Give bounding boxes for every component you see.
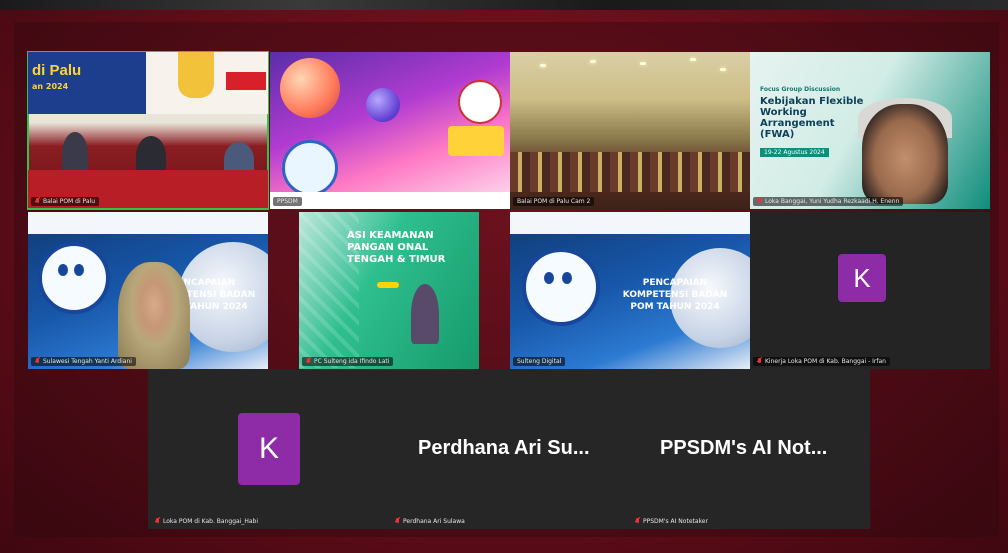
mic-muted-icon — [35, 358, 40, 365]
participant-name: Balai POM di Palu — [43, 198, 96, 205]
mic-muted-icon — [395, 518, 400, 525]
mascot-graphic — [522, 248, 600, 326]
ceiling-light — [690, 58, 696, 61]
participant-name-label: PPSDM — [273, 197, 302, 206]
video-tile-sulteng-yanti[interactable]: PENCAPAIAN KOMPETENSI BADAN POM TAHUN 20… — [28, 212, 268, 369]
mascot-eye — [58, 264, 68, 276]
video-tile-loka-banggai-yuni[interactable]: Focus Group Discussion Kebijakan Flexibl… — [750, 52, 990, 209]
video-tile-sulteng-digital[interactable]: PENCAPAIAN KOMPETENSI BADAN POM TAHUN 20… — [510, 212, 750, 369]
participant-name-label: Loka POM di Kab. Banggai_Habi — [151, 517, 262, 526]
participant-avatar: K — [238, 413, 300, 485]
logo-badge — [458, 80, 502, 124]
mic-muted-icon — [635, 518, 640, 525]
participant-name-label: Balai POM di Palu Cam 2 — [513, 197, 595, 206]
ceiling-light — [540, 64, 546, 67]
mascot-graphic — [38, 242, 110, 314]
participant-name-label: Kinerja Loka POM di Kab. Banggai - Irfan — [753, 357, 890, 366]
participant-name: Perdhana Ari Sulawa — [403, 518, 465, 525]
mascot-graphic — [282, 140, 338, 196]
participant-name: PPSDM's AI Notetaker — [643, 518, 708, 525]
participant-name-label: Loka Banggai, Yuni Yudha Rezkaadi H. Ene… — [753, 197, 904, 206]
poster-footer — [270, 192, 510, 209]
bottom-row-panel: K Loka POM di Kab. Banggai_Habi Perdhana… — [148, 369, 870, 529]
backdrop-sign — [226, 72, 266, 90]
participant-name-label: Sulteng Digital — [513, 357, 566, 366]
participant-avatar: K — [838, 254, 886, 302]
poster-title: ASI KEAMANAN PANGAN ONAL TENGAH & TIMUR — [347, 230, 446, 265]
ceiling-light — [640, 62, 646, 65]
participant-name: Sulteng Digital — [517, 358, 562, 365]
participant-name-label: PC Sulteng ida Ifindo Lati — [302, 357, 394, 366]
participant-name-label: Balai POM di Palu — [31, 197, 100, 206]
mascot-eye — [544, 272, 554, 284]
backdrop-graphic — [178, 52, 214, 98]
participant-display-name: Perdhana Ari Su... — [418, 437, 590, 459]
video-tile-perdhana[interactable]: Perdhana Ari Su... Perdhana Ari Sulawa — [388, 369, 628, 529]
participant-name: Balai POM di Palu Cam 2 — [517, 198, 591, 205]
poster-header — [28, 212, 268, 234]
participant-figure — [118, 262, 190, 369]
mascot-eye — [74, 264, 84, 276]
participant-display-name: PPSDM's AI Not... — [660, 437, 828, 459]
top-window-strip — [0, 0, 1008, 10]
video-tile-ppsdm-ai-notetaker[interactable]: PPSDM's AI Not... PPSDM's AI Notetaker — [628, 369, 870, 529]
participant-name: Sulawesi Tengah Yanti Ardiani — [43, 358, 132, 365]
banner-text: di Palu — [32, 62, 82, 79]
participant-name: Loka POM di Kab. Banggai_Habi — [163, 518, 259, 525]
participant-name: PC Sulteng ida Ifindo Lati — [314, 358, 390, 365]
mic-muted-icon — [35, 198, 40, 205]
banner-subtext: an 2024 — [32, 82, 69, 91]
illustration-figure — [411, 284, 439, 344]
mic-muted-icon — [155, 518, 160, 525]
participant-name-label: Sulawesi Tengah Yanti Ardiani — [31, 357, 136, 366]
poster-title-block — [448, 126, 504, 156]
poster-title: PENCAPAIAN KOMPETENSI BADAN POM TAHUN 20… — [622, 278, 728, 312]
audience-area — [510, 152, 750, 192]
participant-name-label: PPSDM's AI Notetaker — [631, 517, 712, 526]
video-tile-balai-pom-palu[interactable]: di Palu an 2024 Balai POM di Palu — [27, 51, 269, 210]
participant-name: Loka Banggai, Yuni Yudha Rezkaadi H. Ene… — [765, 198, 900, 205]
poster-date: 19-22 Agustus 2024 — [760, 148, 829, 157]
poster-header — [510, 212, 750, 234]
video-tile-pc-sulteng[interactable]: ASI KEAMANAN PANGAN ONAL TENGAH & TIMUR … — [299, 212, 479, 369]
planet-graphic — [366, 88, 400, 122]
poster-button-graphic — [377, 282, 399, 288]
video-tile-kinerja-loka[interactable]: K Kinerja Loka POM di Kab. Banggai - Irf… — [750, 212, 990, 369]
video-tile-balai-pom-palu-cam2[interactable]: Balai POM di Palu Cam 2 — [510, 52, 750, 209]
mic-muted-icon — [757, 358, 762, 365]
mic-muted-icon — [306, 358, 311, 365]
poster-subtitle: Focus Group Discussion — [760, 86, 841, 93]
participant-name-label: Perdhana Ari Sulawa — [391, 517, 469, 526]
mascot-eye — [562, 272, 572, 284]
video-tile-ppsdm[interactable]: PPSDM — [270, 52, 510, 209]
planet-graphic — [280, 58, 340, 118]
participant-face — [862, 104, 948, 204]
mic-muted-icon — [757, 198, 762, 205]
ceiling-light — [590, 60, 596, 63]
ceiling-light — [720, 68, 726, 71]
video-tile-loka-pom-banggai-habi[interactable]: K Loka POM di Kab. Banggai_Habi — [148, 369, 388, 529]
participant-name: Kinerja Loka POM di Kab. Banggai - Irfan — [765, 358, 886, 365]
participant-name: PPSDM — [277, 198, 298, 205]
poster-title: Kebijakan Flexible Working Arrangement (… — [760, 96, 864, 140]
